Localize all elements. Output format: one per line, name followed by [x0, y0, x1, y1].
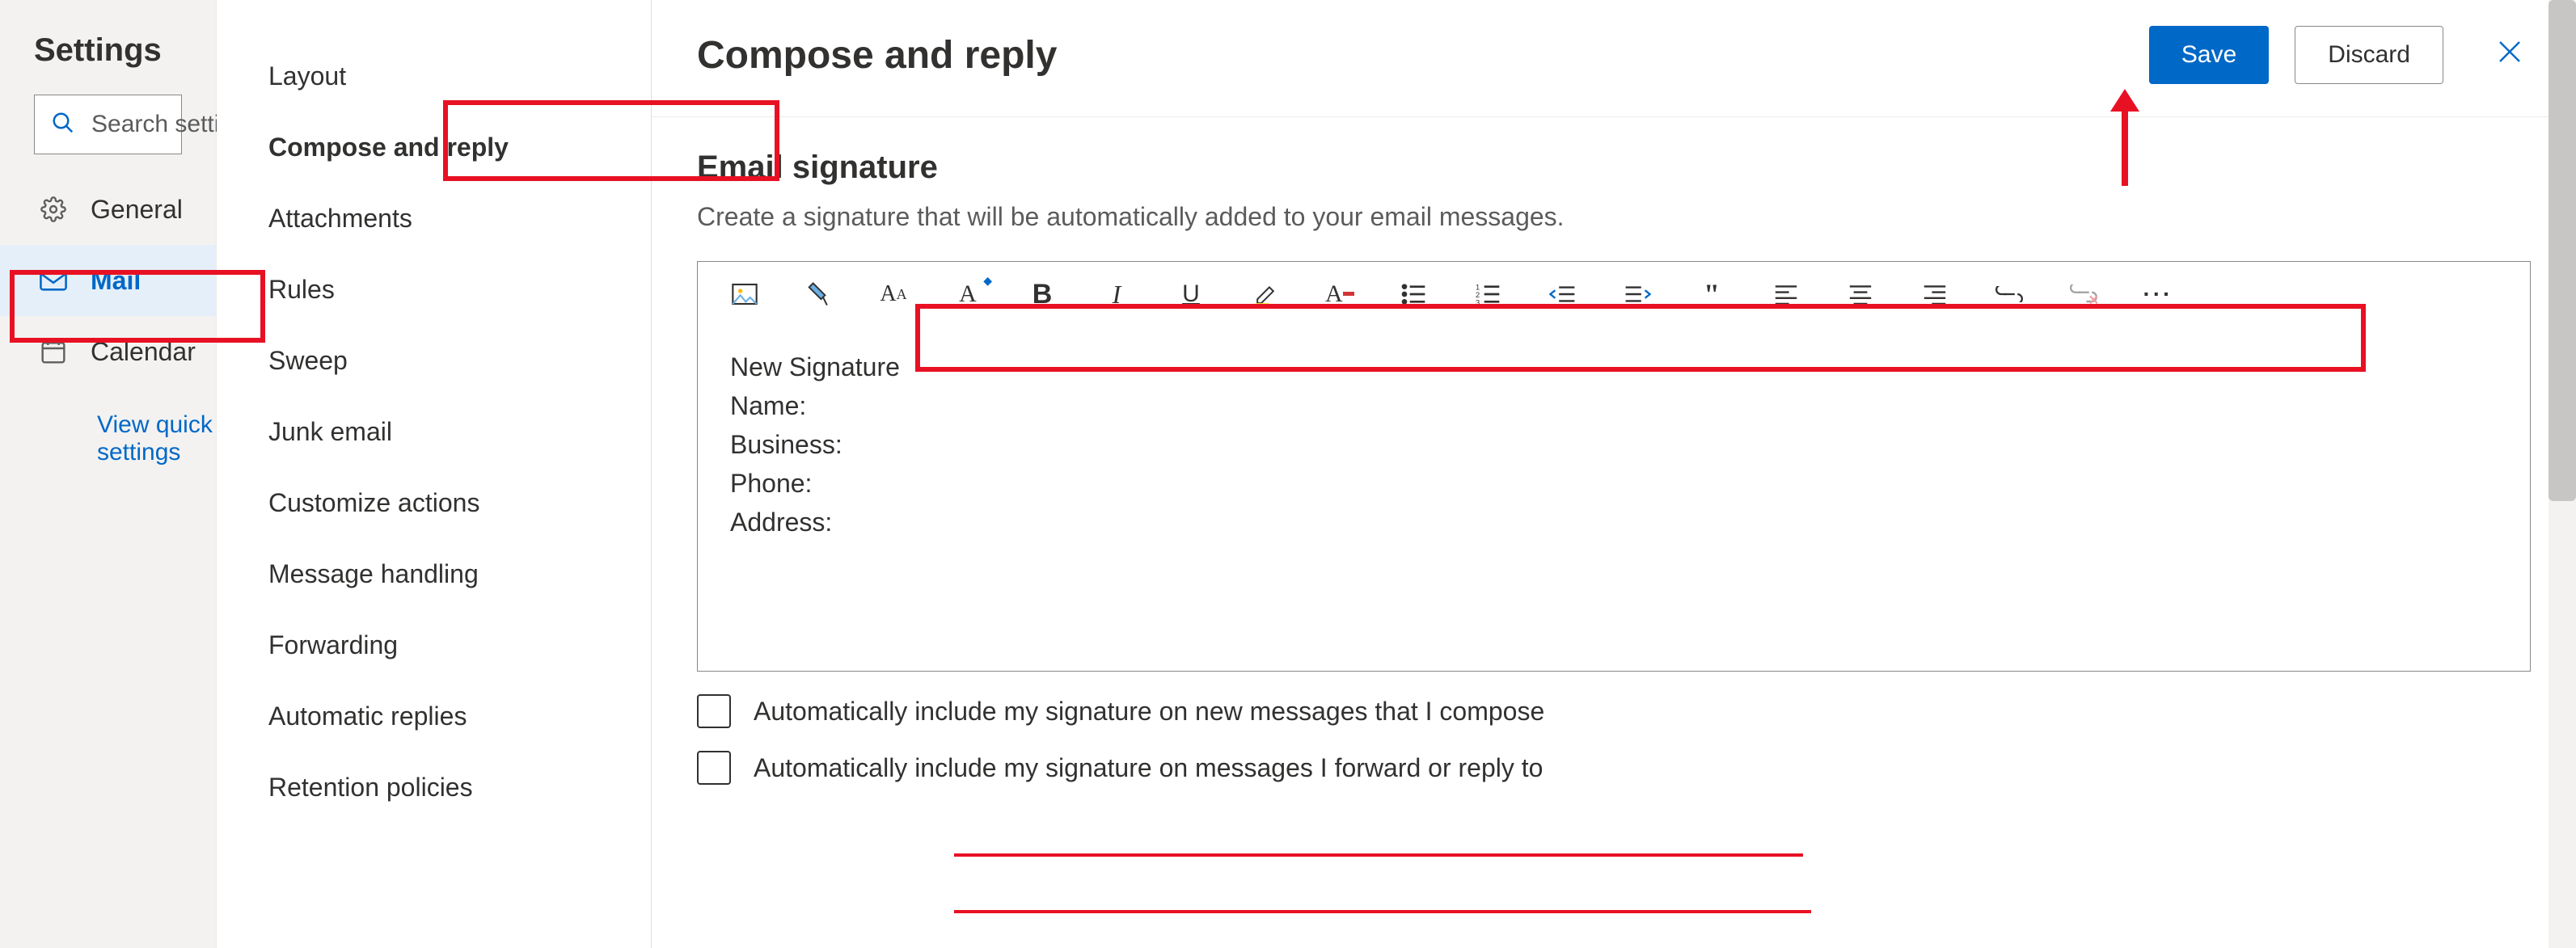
category-label: Calendar: [91, 337, 196, 367]
sub-item-forwarding[interactable]: Forwarding: [217, 609, 651, 680]
category-calendar[interactable]: Calendar: [0, 316, 216, 387]
signature-textarea[interactable]: New Signature Name: Business: Phone: Add…: [698, 327, 2530, 671]
highlight-icon[interactable]: [1251, 280, 1280, 309]
settings-title: Settings: [34, 32, 216, 69]
sub-item-rules[interactable]: Rules: [217, 254, 651, 325]
view-quick-settings-link[interactable]: View quick settings: [97, 411, 216, 466]
sig-line: Business:: [730, 425, 2498, 464]
category-mail[interactable]: Mail: [0, 245, 216, 316]
format-painter-icon[interactable]: [804, 280, 834, 309]
signature-section-title: Email signature: [697, 150, 2531, 186]
category-label: General: [91, 195, 183, 225]
save-button[interactable]: Save: [2149, 26, 2269, 84]
sub-item-customize[interactable]: Customize actions: [217, 467, 651, 538]
font-color-icon[interactable]: A: [1325, 280, 1354, 309]
sub-item-msg-handling[interactable]: Message handling: [217, 538, 651, 609]
category-general[interactable]: General: [0, 174, 216, 245]
sig-line: New Signature: [730, 348, 2498, 386]
sig-line: Address:: [730, 503, 2498, 541]
content-header: Compose and reply Save Discard: [652, 0, 2576, 117]
scrollbar-track[interactable]: [2549, 0, 2576, 948]
sub-item-junk[interactable]: Junk email: [217, 396, 651, 467]
checkbox-label: Automatically include my signature on me…: [754, 753, 1543, 783]
sub-item-compose-reply[interactable]: Compose and reply: [217, 112, 651, 183]
search-icon: [51, 111, 90, 139]
sub-item-retention[interactable]: Retention policies: [217, 752, 651, 823]
checkbox-label: Automatically include my signature on ne…: [754, 697, 1544, 727]
content-pane: Compose and reply Save Discard Email sig…: [652, 0, 2576, 948]
calendar-icon: [39, 339, 68, 364]
category-label: Mail: [91, 266, 141, 296]
gear-icon: [39, 196, 68, 222]
sub-item-auto-replies[interactable]: Automatic replies: [217, 680, 651, 752]
sub-settings-list: Layout Compose and reply Attachments Rul…: [217, 0, 652, 948]
align-left-icon[interactable]: [1772, 280, 1801, 309]
sub-item-attachments[interactable]: Attachments: [217, 183, 651, 254]
mail-icon: [39, 269, 68, 292]
insert-image-icon[interactable]: [730, 280, 759, 309]
sig-line: Phone:: [730, 464, 2498, 503]
svg-text:3: 3: [1476, 298, 1480, 305]
remove-link-icon[interactable]: [2069, 280, 2098, 309]
checkbox-icon[interactable]: [697, 694, 731, 728]
checkbox-include-reply[interactable]: Automatically include my signature on me…: [697, 751, 2531, 785]
close-icon[interactable]: [2482, 35, 2537, 75]
quote-icon[interactable]: ": [1697, 280, 1726, 309]
content-body: Email signature Create a signature that …: [652, 117, 2576, 817]
indent-icon[interactable]: [1623, 280, 1652, 309]
sig-line: Name:: [730, 386, 2498, 425]
bullet-list-icon[interactable]: [1400, 280, 1429, 309]
align-right-icon[interactable]: [1920, 280, 1949, 309]
sub-item-layout[interactable]: Layout: [217, 40, 651, 112]
editor-toolbar: AA A◆ B I U A 123 " ·: [698, 262, 2530, 327]
signature-editor: AA A◆ B I U A 123 " ·: [697, 261, 2531, 672]
discard-button[interactable]: Discard: [2295, 26, 2443, 84]
settings-sidebar: Settings General Mail Calendar View: [0, 0, 217, 948]
align-center-icon[interactable]: [1846, 280, 1875, 309]
checkbox-include-new[interactable]: Automatically include my signature on ne…: [697, 694, 2531, 728]
font-family-icon[interactable]: AA: [879, 280, 908, 309]
sub-item-sweep[interactable]: Sweep: [217, 325, 651, 396]
insert-link-icon[interactable]: [1995, 280, 2024, 309]
search-settings-box[interactable]: [34, 95, 182, 154]
page-title: Compose and reply: [697, 33, 2149, 78]
scrollbar-thumb[interactable]: [2549, 0, 2576, 501]
bold-icon[interactable]: B: [1028, 280, 1057, 309]
signature-description: Create a signature that will be automati…: [697, 202, 2531, 232]
underline-icon[interactable]: U: [1176, 280, 1206, 309]
numbered-list-icon[interactable]: 123: [1474, 280, 1503, 309]
checkbox-icon[interactable]: [697, 751, 731, 785]
italic-icon[interactable]: I: [1102, 280, 1131, 309]
font-size-icon[interactable]: A◆: [953, 280, 982, 309]
more-options-icon[interactable]: ···: [2143, 280, 2173, 309]
app-root: Settings General Mail Calendar View: [0, 0, 2576, 948]
outdent-icon[interactable]: [1548, 280, 1577, 309]
